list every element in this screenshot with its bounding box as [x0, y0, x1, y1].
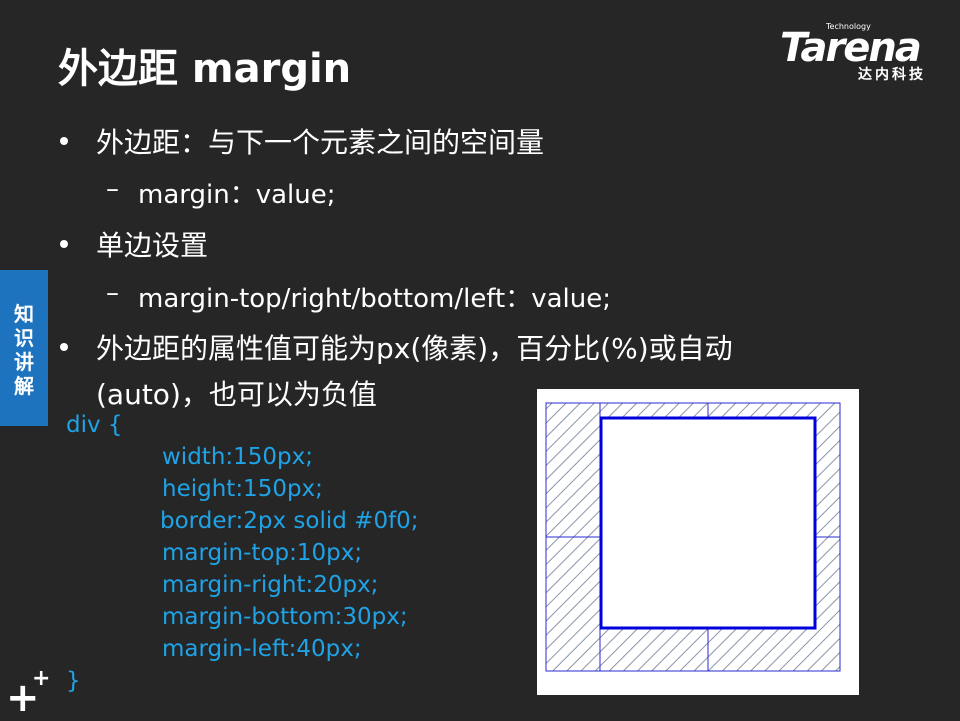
- bullet-dot: [60, 343, 68, 351]
- plus-icon: +: [32, 666, 51, 691]
- sub-bullet-dash: –: [106, 278, 119, 308]
- bullet-item-continued: (auto)，也可以为负值: [96, 378, 377, 411]
- side-tab-char: 解: [14, 374, 34, 398]
- bullet-item: 单边设置: [96, 229, 209, 262]
- sub-bullet-dash: –: [106, 174, 119, 204]
- logo-brand: Tarena: [780, 25, 922, 71]
- code-line: div {: [66, 412, 123, 438]
- bullet-item: 外边距的属性值可能为px(像素)，百分比(%)或自动: [96, 332, 733, 365]
- bullet-dot: [60, 137, 68, 145]
- tarena-logo: Technology Tarena 达内科技: [780, 22, 948, 88]
- side-tab-knowledge: 知 识 讲 解: [0, 270, 48, 426]
- logo-chinese: 达内科技: [858, 67, 926, 83]
- sub-bullet-item: margin：value;: [138, 180, 336, 210]
- bullet-item: 外边距：与下一个元素之间的空间量: [96, 126, 545, 159]
- sub-bullet-item: margin-top/right/bottom/left：value;: [138, 284, 611, 314]
- code-line: }: [66, 668, 81, 694]
- content-box: [599, 416, 817, 630]
- page-title: 外边距 margin: [58, 46, 352, 92]
- bullet-dot: [60, 240, 68, 248]
- code-line: height:150px;: [162, 476, 323, 502]
- code-line: border:2px solid #0f0;: [160, 508, 419, 534]
- margin-box-diagram: [537, 389, 859, 695]
- code-line: width:150px;: [162, 444, 314, 470]
- code-line: margin-left:40px;: [162, 636, 362, 662]
- code-line: margin-bottom:30px;: [162, 604, 408, 630]
- code-line: margin-top:10px;: [162, 540, 363, 566]
- code-line: margin-right:20px;: [162, 572, 379, 598]
